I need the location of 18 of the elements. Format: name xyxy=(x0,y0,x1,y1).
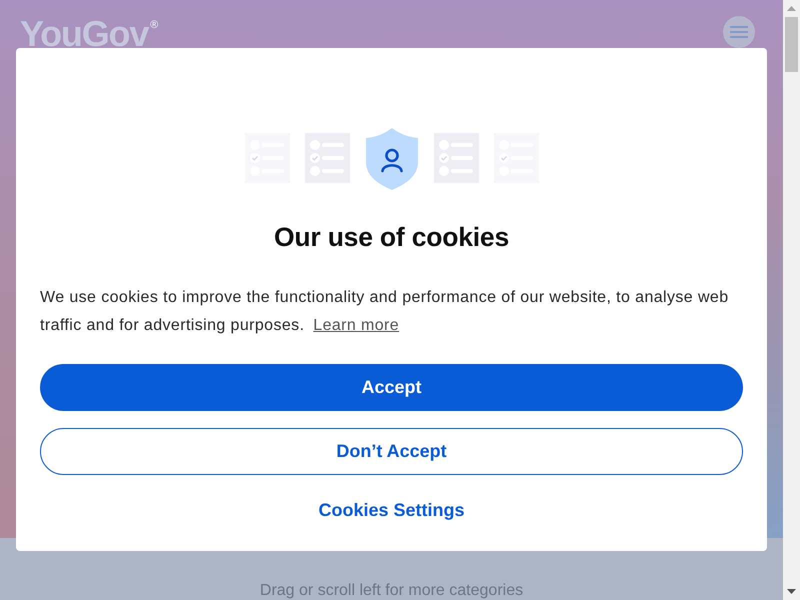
checklist-icon xyxy=(494,133,538,183)
checklist-icon xyxy=(434,133,478,183)
decline-button[interactable]: Don’t Accept xyxy=(40,428,743,475)
scrollbar-thumb[interactable] xyxy=(785,17,798,72)
menu-icon xyxy=(730,26,748,38)
cookie-notice-text: We use cookies to improve the functionality and performance of our website, to analyse web traffic and for advertising purposes. Learn more xyxy=(40,288,730,336)
scrollbar[interactable] xyxy=(783,0,800,600)
shield-user-icon xyxy=(366,128,418,190)
accept-button[interactable]: Accept xyxy=(40,364,743,411)
arrow-down-icon[interactable] xyxy=(787,589,796,594)
settings-button[interactable]: Cookies Settings xyxy=(310,493,473,527)
arrow-up-icon[interactable] xyxy=(787,6,796,11)
menu-button[interactable] xyxy=(723,16,755,48)
dialog-title: Our use of cookies xyxy=(273,222,510,252)
checklist-icon xyxy=(244,133,290,183)
learn-more-link[interactable]: Learn more xyxy=(313,317,400,334)
scroll-hint: Drag or scroll left for more categories xyxy=(260,582,524,600)
checklist-icon xyxy=(304,133,350,183)
